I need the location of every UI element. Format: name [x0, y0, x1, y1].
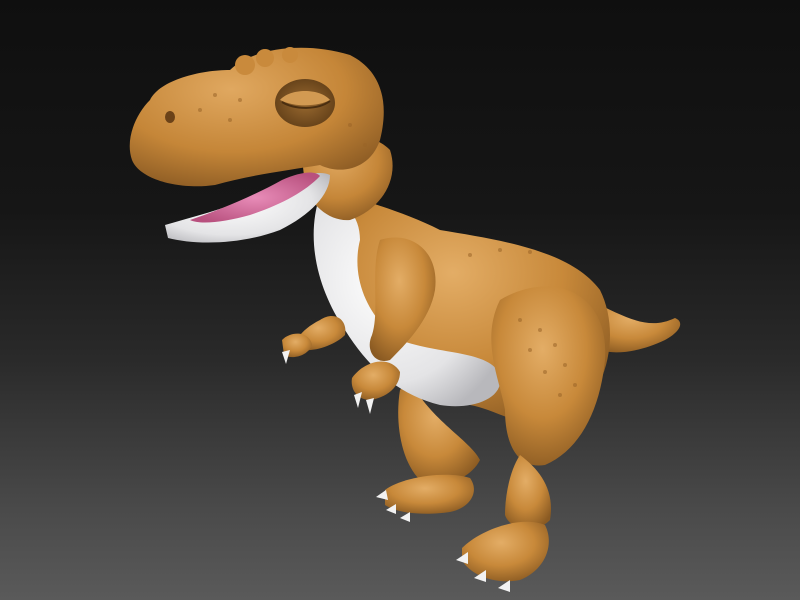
brow-bump: [256, 49, 274, 67]
claw: [400, 512, 410, 522]
brow-bump: [282, 47, 298, 63]
foot-far: [385, 474, 474, 514]
render-viewport: [0, 0, 800, 600]
thigh-near: [491, 286, 606, 466]
foot-near: [462, 521, 549, 582]
brow-bump: [235, 55, 255, 75]
claw: [376, 490, 388, 500]
claw: [354, 392, 362, 408]
shin-near: [505, 455, 551, 530]
claw: [282, 350, 290, 364]
claw: [498, 580, 510, 592]
nostril: [165, 111, 175, 123]
dinosaur-render: [129, 47, 681, 592]
claw: [366, 398, 374, 414]
